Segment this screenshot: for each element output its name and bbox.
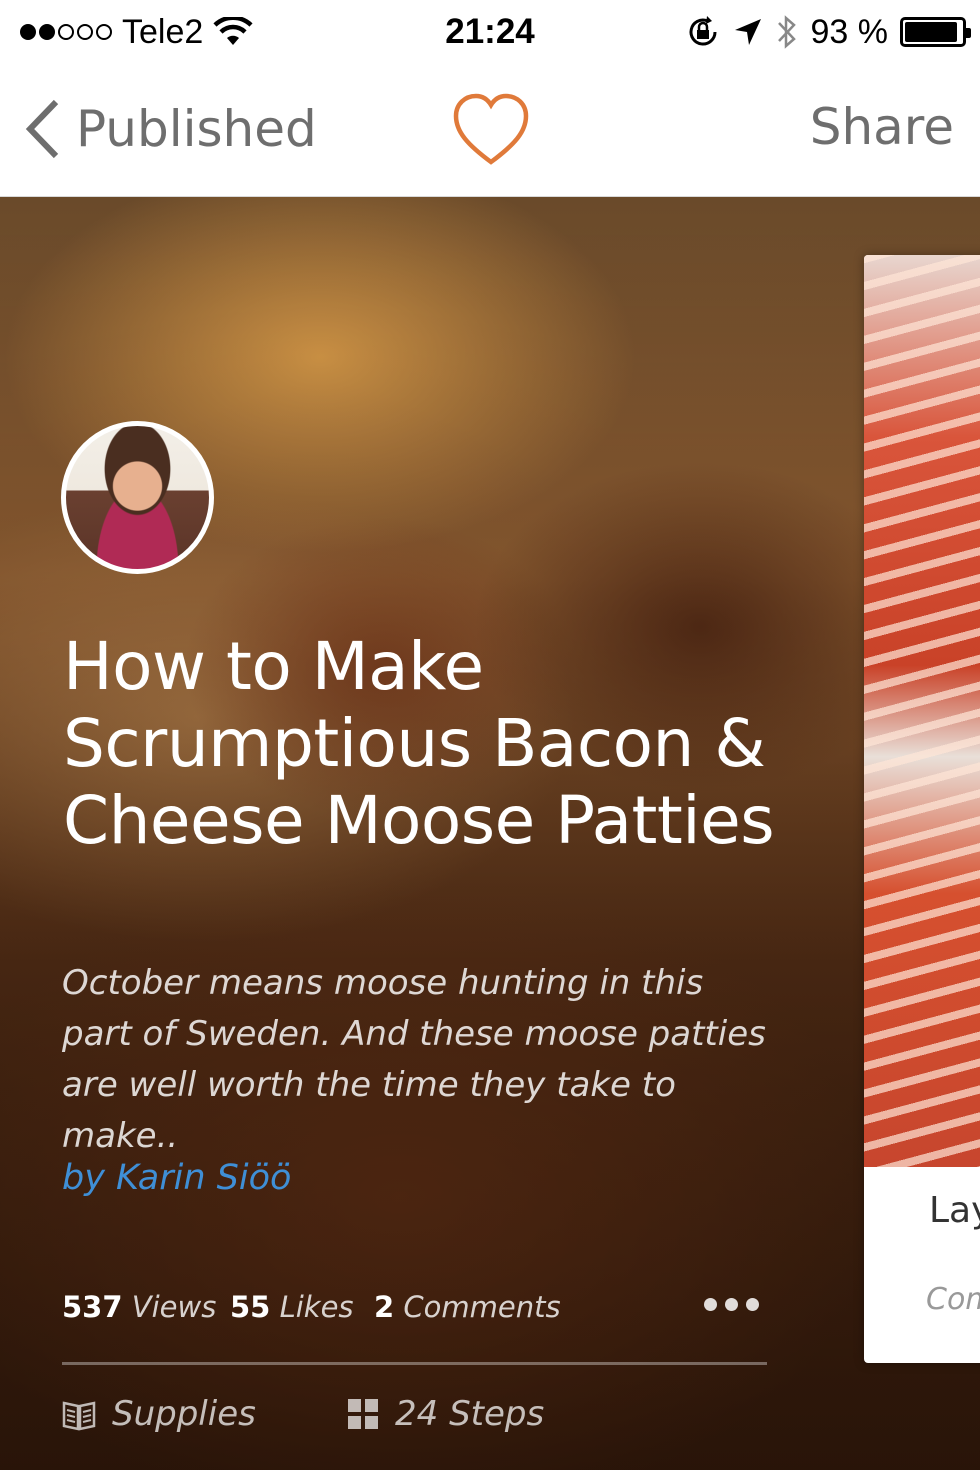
comments-count: 2 <box>374 1290 395 1324</box>
bluetooth-icon <box>777 15 796 49</box>
supplies-tab-label: Supplies <box>112 1394 256 1434</box>
supplies-tab[interactable]: Supplies <box>62 1394 256 1434</box>
next-card-title: Lay <box>929 1190 980 1231</box>
likes-stat[interactable]: 55 Likes <box>230 1290 354 1324</box>
comments-stat[interactable]: 2 Comments <box>374 1290 561 1324</box>
status-right: 93 % <box>685 10 971 54</box>
author-avatar[interactable] <box>61 421 214 574</box>
book-icon <box>62 1401 96 1431</box>
back-button[interactable]: Published <box>22 94 317 164</box>
location-arrow-icon <box>734 19 761 45</box>
instructable-description: October means moose hunting in this part… <box>62 963 766 1156</box>
back-button-label: Published <box>76 100 317 158</box>
stats-row: 537 Views 55 Likes 2 Comments <box>62 1290 767 1340</box>
heart-icon <box>453 93 529 165</box>
app-screen: Tele2 21:24 93 % Published Share La Co H… <box>0 0 980 1470</box>
stats-divider <box>62 1362 767 1365</box>
comments-label: Comments <box>403 1290 561 1324</box>
next-card-image <box>864 255 980 1167</box>
more-options-button[interactable] <box>704 1298 759 1311</box>
views-stat: 537 Views <box>62 1290 216 1324</box>
steps-tab-label: 24 Steps <box>395 1394 545 1434</box>
likes-label: Likes <box>279 1290 354 1324</box>
more-dot <box>704 1298 717 1311</box>
likes-count: 55 <box>230 1290 271 1324</box>
views-label: Views <box>131 1290 217 1324</box>
grid-icon <box>348 1399 378 1429</box>
steps-tab[interactable]: 24 Steps <box>347 1394 544 1434</box>
next-card-subtitle: Com <box>926 1282 980 1317</box>
navigation-bar: Published Share <box>0 64 980 197</box>
more-dot <box>725 1298 738 1311</box>
share-button[interactable]: Share <box>810 98 954 156</box>
chevron-left-icon <box>25 99 59 159</box>
instructable-title: How to Make Scrumptious Bacon & Cheese M… <box>63 628 775 859</box>
battery-percent: 93 % <box>810 12 889 51</box>
bottom-tabs: Supplies 24 Steps <box>62 1394 767 1444</box>
orientation-lock-icon <box>689 16 716 46</box>
status-bar: Tele2 21:24 93 % <box>0 0 980 64</box>
more-dot <box>746 1298 759 1311</box>
battery-icon <box>900 17 971 47</box>
favorite-button[interactable] <box>450 90 532 170</box>
author-link[interactable]: by Karin Siöö <box>62 1158 291 1198</box>
views-count: 537 <box>62 1290 123 1324</box>
